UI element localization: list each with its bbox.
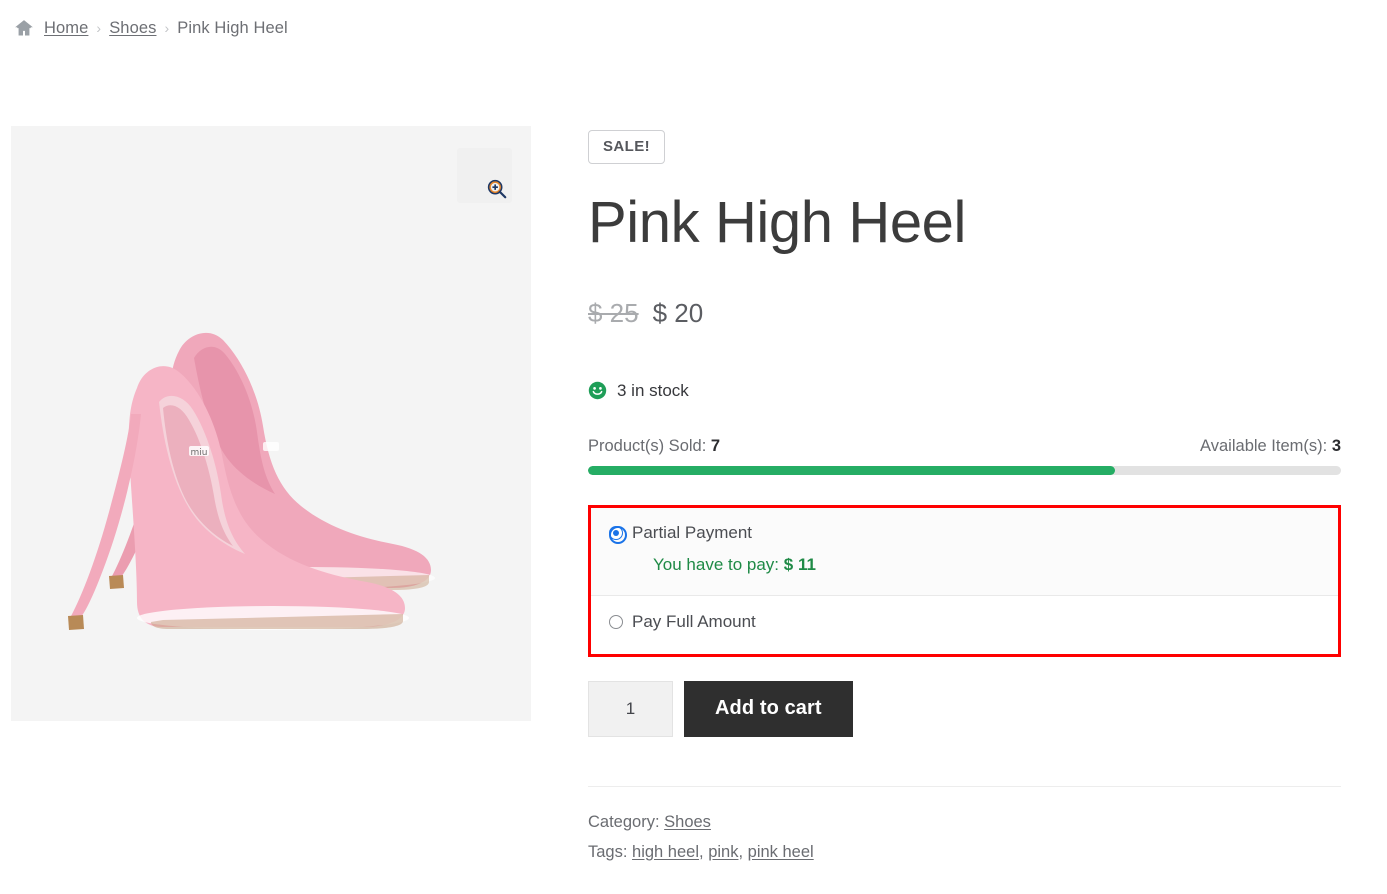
breadcrumb-category-link[interactable]: Shoes bbox=[109, 19, 156, 38]
payment-option-full-row[interactable]: Pay Full Amount bbox=[591, 594, 1338, 654]
product-gallery: miu bbox=[11, 126, 531, 721]
page-title: Pink High Heel bbox=[588, 190, 967, 255]
breadcrumb: Home › Shoes › Pink High Heel bbox=[0, 0, 1387, 38]
radio-partial-payment[interactable] bbox=[609, 525, 627, 544]
category-link-shoes[interactable]: Shoes bbox=[664, 813, 711, 831]
product-container: miu SALE! Pink High Heel $ 25 $ 20 3 in … bbox=[0, 126, 1387, 867]
stock-text: 3 in stock bbox=[617, 380, 689, 400]
image-zoom-button[interactable] bbox=[457, 148, 512, 203]
partial-payment-note: You have to pay: $ 11 bbox=[653, 555, 1320, 575]
breadcrumb-current: Pink High Heel bbox=[177, 18, 288, 37]
breadcrumb-separator-2: › bbox=[164, 20, 170, 36]
tags-label: Tags: bbox=[588, 842, 628, 861]
magnifier-plus-icon bbox=[486, 178, 508, 200]
price-original: $ 25 bbox=[588, 297, 639, 328]
status-badge-sale: SALE! bbox=[588, 130, 665, 164]
available-items: Available Item(s): 3 bbox=[1200, 437, 1341, 456]
radio-pay-full-amount[interactable] bbox=[609, 614, 623, 629]
available-items-value: 3 bbox=[1331, 436, 1341, 455]
payment-option-partial-label: Partial Payment bbox=[632, 522, 752, 542]
partial-payment-amount: $ 11 bbox=[783, 554, 816, 574]
quantity-input[interactable] bbox=[588, 680, 673, 737]
stock-progress-bar bbox=[588, 465, 1341, 475]
price-sale: $ 20 bbox=[652, 297, 704, 328]
add-to-cart-form: Add to cart bbox=[588, 680, 1341, 737]
product-category: Category: Shoes bbox=[588, 808, 1341, 838]
add-to-cart-button[interactable]: Add to cart bbox=[684, 680, 853, 737]
product-summary: SALE! Pink High Heel $ 25 $ 20 3 in stoc… bbox=[588, 126, 1341, 867]
payment-option-partial[interactable]: Partial Payment bbox=[609, 522, 1320, 544]
breadcrumb-home-link[interactable]: Home bbox=[44, 19, 88, 38]
product-image[interactable]: miu bbox=[11, 126, 531, 721]
payment-option-full-label: Pay Full Amount bbox=[632, 611, 756, 631]
products-sold: Product(s) Sold: 7 bbox=[588, 437, 720, 456]
products-sold-value: 7 bbox=[710, 436, 721, 455]
available-items-label: Available Item(s): bbox=[1200, 436, 1328, 455]
payment-option-full[interactable]: Pay Full Amount bbox=[609, 612, 1320, 632]
tag-link[interactable]: pink heel bbox=[748, 843, 814, 861]
tags-list: high heel, pink, pink heel bbox=[632, 843, 814, 861]
product-tags: Tags: high heel, pink, pink heel bbox=[588, 838, 1341, 868]
stock-counters: Product(s) Sold: 7 Available Item(s): 3 bbox=[588, 437, 1341, 456]
payment-option-partial-row[interactable]: Partial Payment You have to pay: $ 11 bbox=[591, 507, 1338, 595]
payment-options-panel: Partial Payment You have to pay: $ 11 Pa… bbox=[588, 504, 1341, 657]
breadcrumb-separator-1: › bbox=[96, 20, 102, 36]
smiley-face-icon bbox=[588, 381, 607, 400]
stock-status: 3 in stock bbox=[588, 381, 1341, 401]
tag-separator: , bbox=[738, 842, 748, 861]
tag-separator: , bbox=[699, 842, 709, 861]
svg-text:miu: miu bbox=[191, 448, 208, 458]
stock-progress-fill bbox=[588, 465, 1116, 475]
products-sold-label: Product(s) Sold: bbox=[588, 436, 707, 455]
price-row: $ 25 $ 20 bbox=[588, 298, 1341, 329]
partial-payment-note-prefix: You have to pay: bbox=[653, 554, 780, 574]
home-icon[interactable] bbox=[14, 18, 34, 38]
tag-link[interactable]: pink bbox=[708, 843, 738, 861]
category-label: Category: bbox=[588, 812, 660, 831]
product-meta: Category: Shoes Tags: high heel, pink, p… bbox=[588, 785, 1341, 868]
tag-link[interactable]: high heel bbox=[632, 843, 699, 861]
